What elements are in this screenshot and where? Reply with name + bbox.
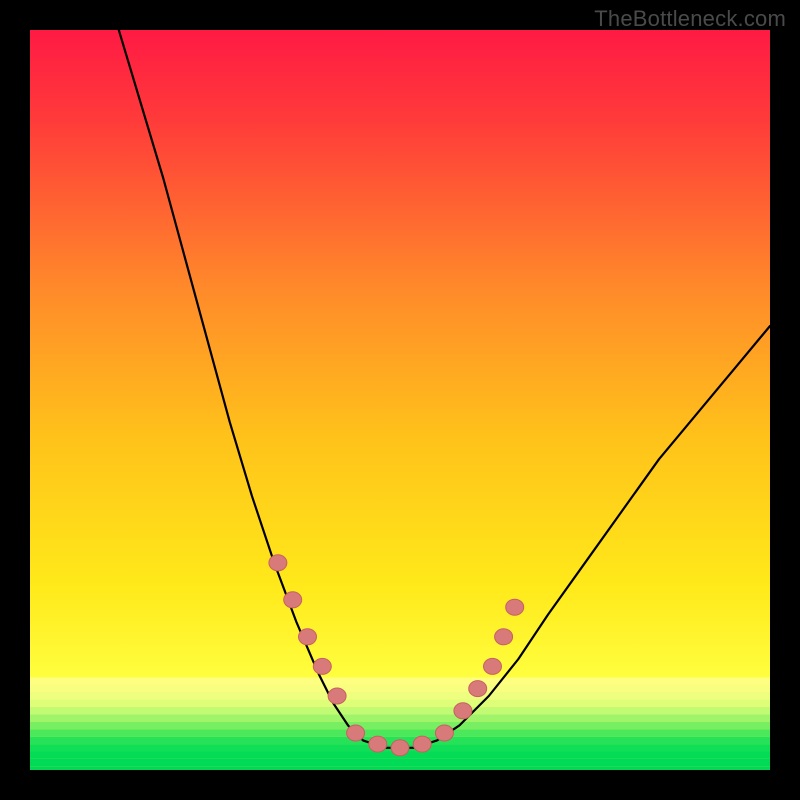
curve-marker [284,592,302,608]
watermark-text: TheBottleneck.com [594,6,786,32]
bottom-band [30,707,770,714]
curve-marker [313,658,331,674]
bottom-band [30,729,770,736]
curve-marker [454,703,472,719]
plot-svg [30,30,770,770]
curve-marker [347,725,365,741]
bottom-band [30,685,770,692]
bottom-band [30,766,770,770]
curve-marker [495,629,513,645]
curve-marker [506,599,524,615]
bottom-band [30,678,770,685]
curve-marker [391,740,409,756]
curve-marker [413,736,431,752]
curve-marker [484,658,502,674]
bottom-band [30,715,770,722]
curve-marker [469,681,487,697]
bottom-band [30,692,770,699]
curve-marker [328,688,346,704]
curve-marker [269,555,287,571]
bottom-band [30,722,770,729]
gradient-background [30,30,770,770]
chart-frame: TheBottleneck.com [0,0,800,800]
plot-area [30,30,770,770]
curve-marker [369,736,387,752]
bottom-band [30,700,770,707]
bottom-band [30,759,770,766]
curve-marker [299,629,317,645]
curve-marker [435,725,453,741]
